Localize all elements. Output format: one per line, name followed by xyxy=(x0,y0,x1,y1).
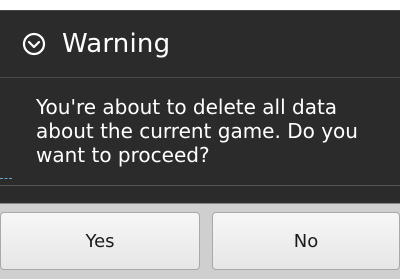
dialog-message: You're about to delete all data about th… xyxy=(36,95,358,167)
dialog-titlebar: Warning xyxy=(0,11,400,78)
edge-dashes xyxy=(0,178,12,180)
warning-icon xyxy=(22,32,46,56)
dialog-title: Warning xyxy=(62,29,171,59)
divider xyxy=(0,185,400,186)
no-button[interactable]: No xyxy=(212,212,400,270)
yes-button[interactable]: Yes xyxy=(0,212,200,270)
warning-dialog: Warning You're about to delete all data … xyxy=(0,10,400,279)
dialog-button-bar: Yes No xyxy=(0,203,400,279)
